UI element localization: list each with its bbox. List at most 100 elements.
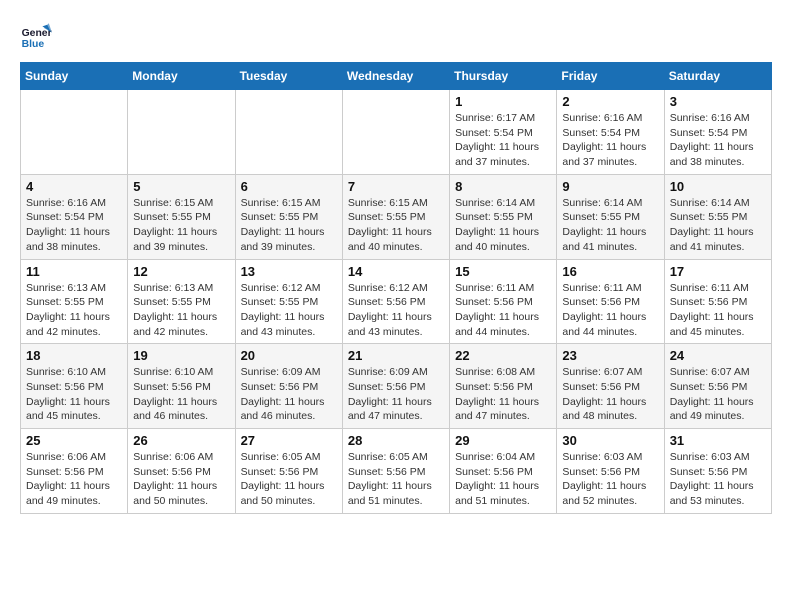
day-info: Sunrise: 6:04 AMSunset: 5:56 PMDaylight:… [455,450,551,509]
day-info: Sunrise: 6:15 AMSunset: 5:55 PMDaylight:… [348,196,444,255]
day-number: 29 [455,433,551,448]
calendar-table: SundayMondayTuesdayWednesdayThursdayFrid… [20,62,772,514]
day-info: Sunrise: 6:15 AMSunset: 5:55 PMDaylight:… [241,196,337,255]
weekday-header-wednesday: Wednesday [342,63,449,90]
day-info: Sunrise: 6:16 AMSunset: 5:54 PMDaylight:… [26,196,122,255]
calendar-cell: 16 Sunrise: 6:11 AMSunset: 5:56 PMDayligh… [557,259,664,344]
calendar-cell: 23 Sunrise: 6:07 AMSunset: 5:56 PMDayligh… [557,344,664,429]
calendar-cell [128,90,235,175]
day-number: 9 [562,179,658,194]
calendar-cell: 14 Sunrise: 6:12 AMSunset: 5:56 PMDayligh… [342,259,449,344]
day-info: Sunrise: 6:06 AMSunset: 5:56 PMDaylight:… [26,450,122,509]
day-number: 2 [562,94,658,109]
day-number: 30 [562,433,658,448]
calendar-cell [21,90,128,175]
calendar-cell: 12 Sunrise: 6:13 AMSunset: 5:55 PMDayligh… [128,259,235,344]
calendar-cell: 11 Sunrise: 6:13 AMSunset: 5:55 PMDayligh… [21,259,128,344]
day-info: Sunrise: 6:15 AMSunset: 5:55 PMDaylight:… [133,196,229,255]
weekday-header-thursday: Thursday [450,63,557,90]
calendar-cell: 10 Sunrise: 6:14 AMSunset: 5:55 PMDayligh… [664,174,771,259]
weekday-header-saturday: Saturday [664,63,771,90]
day-number: 10 [670,179,766,194]
day-info: Sunrise: 6:05 AMSunset: 5:56 PMDaylight:… [241,450,337,509]
day-number: 1 [455,94,551,109]
calendar-cell: 1 Sunrise: 6:17 AMSunset: 5:54 PMDaylight… [450,90,557,175]
day-info: Sunrise: 6:14 AMSunset: 5:55 PMDaylight:… [562,196,658,255]
day-number: 5 [133,179,229,194]
day-info: Sunrise: 6:03 AMSunset: 5:56 PMDaylight:… [670,450,766,509]
calendar-cell: 7 Sunrise: 6:15 AMSunset: 5:55 PMDaylight… [342,174,449,259]
weekday-header: SundayMondayTuesdayWednesdayThursdayFrid… [21,63,772,90]
day-info: Sunrise: 6:16 AMSunset: 5:54 PMDaylight:… [670,111,766,170]
day-info: Sunrise: 6:14 AMSunset: 5:55 PMDaylight:… [670,196,766,255]
day-number: 7 [348,179,444,194]
calendar-cell: 30 Sunrise: 6:03 AMSunset: 5:56 PMDayligh… [557,429,664,514]
weekday-header-sunday: Sunday [21,63,128,90]
weekday-header-friday: Friday [557,63,664,90]
day-number: 4 [26,179,122,194]
day-info: Sunrise: 6:09 AMSunset: 5:56 PMDaylight:… [241,365,337,424]
day-number: 17 [670,264,766,279]
calendar-week-1: 1 Sunrise: 6:17 AMSunset: 5:54 PMDaylight… [21,90,772,175]
day-number: 26 [133,433,229,448]
day-number: 18 [26,348,122,363]
day-number: 8 [455,179,551,194]
weekday-header-tuesday: Tuesday [235,63,342,90]
day-number: 6 [241,179,337,194]
day-info: Sunrise: 6:12 AMSunset: 5:56 PMDaylight:… [348,281,444,340]
day-info: Sunrise: 6:17 AMSunset: 5:54 PMDaylight:… [455,111,551,170]
calendar-week-4: 18 Sunrise: 6:10 AMSunset: 5:56 PMDayligh… [21,344,772,429]
calendar-cell: 6 Sunrise: 6:15 AMSunset: 5:55 PMDaylight… [235,174,342,259]
calendar-cell: 15 Sunrise: 6:11 AMSunset: 5:56 PMDayligh… [450,259,557,344]
day-number: 15 [455,264,551,279]
day-info: Sunrise: 6:08 AMSunset: 5:56 PMDaylight:… [455,365,551,424]
day-info: Sunrise: 6:14 AMSunset: 5:55 PMDaylight:… [455,196,551,255]
day-number: 24 [670,348,766,363]
calendar-cell: 27 Sunrise: 6:05 AMSunset: 5:56 PMDayligh… [235,429,342,514]
calendar-week-2: 4 Sunrise: 6:16 AMSunset: 5:54 PMDaylight… [21,174,772,259]
calendar-cell: 22Sunrise: 6:08 AMSunset: 5:56 PMDayligh… [450,344,557,429]
day-info: Sunrise: 6:10 AMSunset: 5:56 PMDaylight:… [26,365,122,424]
day-number: 28 [348,433,444,448]
day-info: Sunrise: 6:11 AMSunset: 5:56 PMDaylight:… [670,281,766,340]
calendar-cell: 24 Sunrise: 6:07 AMSunset: 5:56 PMDayligh… [664,344,771,429]
day-number: 3 [670,94,766,109]
day-info: Sunrise: 6:11 AMSunset: 5:56 PMDaylight:… [455,281,551,340]
day-info: Sunrise: 6:05 AMSunset: 5:56 PMDaylight:… [348,450,444,509]
calendar-cell: 2 Sunrise: 6:16 AMSunset: 5:54 PMDaylight… [557,90,664,175]
calendar-cell: 18 Sunrise: 6:10 AMSunset: 5:56 PMDayligh… [21,344,128,429]
calendar-cell [235,90,342,175]
day-info: Sunrise: 6:07 AMSunset: 5:56 PMDaylight:… [670,365,766,424]
day-number: 23 [562,348,658,363]
day-info: Sunrise: 6:12 AMSunset: 5:55 PMDaylight:… [241,281,337,340]
calendar-cell: 29 Sunrise: 6:04 AMSunset: 5:56 PMDayligh… [450,429,557,514]
day-number: 20 [241,348,337,363]
calendar-cell: 25Sunrise: 6:06 AMSunset: 5:56 PMDayligh… [21,429,128,514]
day-number: 27 [241,433,337,448]
calendar-body: 1 Sunrise: 6:17 AMSunset: 5:54 PMDaylight… [21,90,772,514]
calendar-cell: 4 Sunrise: 6:16 AMSunset: 5:54 PMDaylight… [21,174,128,259]
svg-text:Blue: Blue [22,39,45,50]
day-number: 31 [670,433,766,448]
calendar-cell: 19Sunrise: 6:10 AMSunset: 5:56 PMDayligh… [128,344,235,429]
day-info: Sunrise: 6:13 AMSunset: 5:55 PMDaylight:… [26,281,122,340]
calendar-cell: 20 Sunrise: 6:09 AMSunset: 5:56 PMDayligh… [235,344,342,429]
day-info: Sunrise: 6:03 AMSunset: 5:56 PMDaylight:… [562,450,658,509]
day-number: 19 [133,348,229,363]
day-number: 16 [562,264,658,279]
day-info: Sunrise: 6:13 AMSunset: 5:55 PMDaylight:… [133,281,229,340]
day-number: 11 [26,264,122,279]
logo: General Blue [20,20,56,52]
day-info: Sunrise: 6:16 AMSunset: 5:54 PMDaylight:… [562,111,658,170]
day-info: Sunrise: 6:06 AMSunset: 5:56 PMDaylight:… [133,450,229,509]
calendar-week-3: 11 Sunrise: 6:13 AMSunset: 5:55 PMDayligh… [21,259,772,344]
calendar-cell: 13 Sunrise: 6:12 AMSunset: 5:55 PMDayligh… [235,259,342,344]
weekday-header-monday: Monday [128,63,235,90]
day-number: 14 [348,264,444,279]
day-number: 13 [241,264,337,279]
day-number: 12 [133,264,229,279]
day-info: Sunrise: 6:07 AMSunset: 5:56 PMDaylight:… [562,365,658,424]
day-info: Sunrise: 6:11 AMSunset: 5:56 PMDaylight:… [562,281,658,340]
calendar-week-5: 25Sunrise: 6:06 AMSunset: 5:56 PMDayligh… [21,429,772,514]
header: General Blue [20,20,772,52]
